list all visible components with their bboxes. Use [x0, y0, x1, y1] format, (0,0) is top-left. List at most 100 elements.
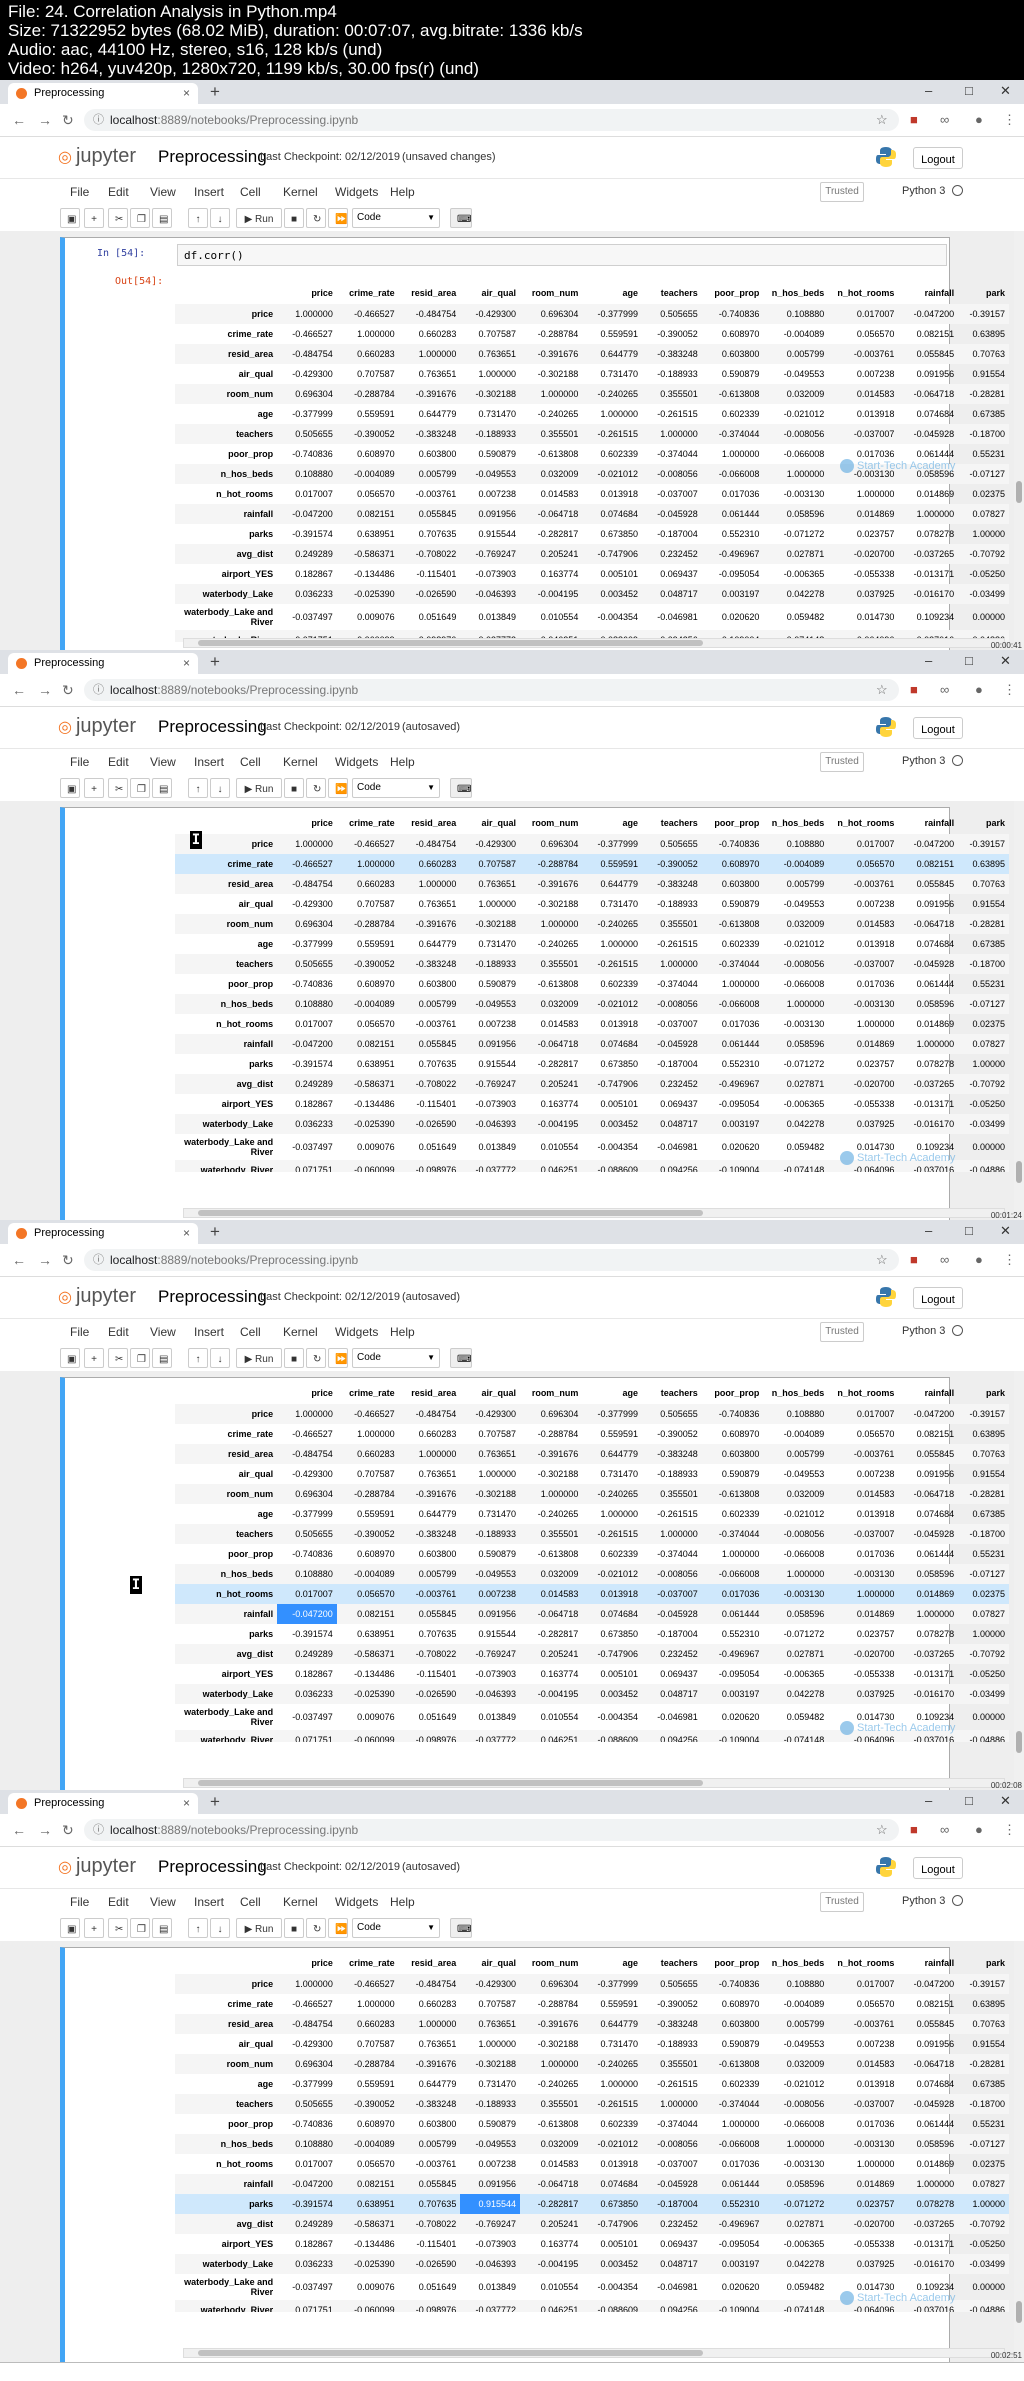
table-cell[interactable]: -0.70792: [958, 1644, 1009, 1664]
table-row[interactable]: teachers 0.505655 -0.390052 -0.383248 -0.188…: [175, 954, 1009, 974]
column-header[interactable]: air_qual: [460, 1382, 520, 1404]
table-cell[interactable]: 0.059482: [763, 1134, 828, 1160]
table-cell[interactable]: -0.021012: [582, 464, 642, 484]
table-cell[interactable]: -0.074148: [763, 2300, 828, 2312]
table-cell[interactable]: -0.003130: [828, 1564, 898, 1584]
table-cell[interactable]: -0.383248: [399, 1524, 461, 1544]
table-row[interactable]: poor_prop -0.740836 0.608970 0.603800 0.5908…: [175, 1544, 1009, 1564]
table-cell[interactable]: -0.188933: [460, 2094, 520, 2114]
notebook-name[interactable]: Preprocessing: [158, 147, 267, 167]
table-cell[interactable]: 0.055845: [898, 2014, 958, 2034]
table-cell[interactable]: 1.000000: [828, 1014, 898, 1034]
table-cell[interactable]: 0.056570: [337, 1584, 399, 1604]
copy-icon[interactable]: ❐: [130, 1348, 150, 1368]
table-cell[interactable]: -0.016170: [898, 584, 958, 604]
vertical-scrollbar[interactable]: [1014, 801, 1024, 1222]
keyboard-shortcuts-icon[interactable]: ⌨: [450, 1348, 472, 1368]
table-cell[interactable]: -0.390052: [337, 954, 399, 974]
url-input[interactable]: ⓘ localhost:8889/notebooks/Preprocessing.…: [84, 109, 899, 131]
maximize-icon[interactable]: □: [965, 1793, 973, 1808]
cut-icon[interactable]: ✂: [108, 1348, 128, 1368]
table-cell[interactable]: 0.644779: [399, 2074, 461, 2094]
column-header[interactable]: [175, 282, 277, 304]
cut-icon[interactable]: ✂: [108, 1918, 128, 1938]
table-cell[interactable]: 0.696304: [277, 384, 337, 404]
table-cell[interactable]: 0.249289: [277, 544, 337, 564]
table-cell[interactable]: -0.769247: [460, 2214, 520, 2234]
table-row[interactable]: air_qual -0.429300 0.707587 0.763651 1.00000…: [175, 1464, 1009, 1484]
vertical-scrollbar[interactable]: [1014, 1371, 1024, 1792]
table-cell[interactable]: -0.066008: [702, 994, 764, 1014]
table-cell[interactable]: -0.004089: [337, 994, 399, 1014]
table-cell[interactable]: 0.02375: [958, 1584, 1009, 1604]
table-cell[interactable]: -0.037265: [898, 544, 958, 564]
fast-forward-icon[interactable]: ⏩: [328, 1348, 348, 1368]
table-cell[interactable]: 0.163774: [520, 2234, 582, 2254]
table-cell[interactable]: -0.004195: [520, 2254, 582, 2274]
table-row[interactable]: crime_rate -0.466527 1.000000 0.660283 0.707…: [175, 324, 1009, 344]
column-header[interactable]: price: [277, 812, 337, 834]
table-cell[interactable]: 0.108880: [763, 1974, 828, 1994]
menu-insert[interactable]: Insert: [194, 1325, 224, 1339]
table-cell[interactable]: 0.608970: [337, 974, 399, 994]
move-down-icon[interactable]: ↓: [210, 1918, 230, 1938]
table-cell[interactable]: -0.187004: [642, 524, 702, 544]
table-row[interactable]: waterbody_Lake 0.036233 -0.025390 -0.026590…: [175, 1114, 1009, 1134]
table-cell[interactable]: 1.000000: [399, 344, 461, 364]
table-cell[interactable]: 1.000000: [828, 1584, 898, 1604]
table-cell[interactable]: 0.023757: [828, 1054, 898, 1074]
table-cell[interactable]: 0.009076: [337, 604, 399, 630]
table-cell[interactable]: -0.282817: [520, 524, 582, 544]
table-cell[interactable]: 0.082151: [337, 504, 399, 524]
table-cell[interactable]: 0.603800: [399, 974, 461, 994]
new-tab-button[interactable]: +: [210, 82, 220, 102]
column-header[interactable]: air_qual: [460, 282, 520, 304]
save-icon[interactable]: ▣: [60, 1348, 80, 1368]
table-cell[interactable]: 0.608970: [337, 444, 399, 464]
table-cell[interactable]: 0.007238: [828, 364, 898, 384]
table-cell[interactable]: 0.731470: [582, 894, 642, 914]
table-cell[interactable]: -0.261515: [642, 2074, 702, 2094]
table-cell[interactable]: 0.731470: [582, 1464, 642, 1484]
table-cell[interactable]: 0.017007: [828, 304, 898, 324]
table-cell[interactable]: -0.109004: [702, 1730, 764, 1742]
table-row[interactable]: waterbody_Lake 0.036233 -0.025390 -0.026590…: [175, 2254, 1009, 2274]
table-cell[interactable]: -0.740836: [702, 1974, 764, 1994]
table-cell[interactable]: 1.000000: [520, 2054, 582, 2074]
table-cell[interactable]: -0.282817: [520, 2194, 582, 2214]
table-cell[interactable]: 0.017036: [702, 1584, 764, 1604]
table-cell[interactable]: -0.003761: [399, 484, 461, 504]
browser-menu-icon[interactable]: ⋮: [1003, 1252, 1016, 1268]
table-cell[interactable]: -0.740836: [702, 834, 764, 854]
column-header[interactable]: park: [958, 282, 1009, 304]
table-cell[interactable]: 0.696304: [520, 834, 582, 854]
scrollbar-thumb[interactable]: [198, 1780, 703, 1786]
table-row[interactable]: teachers 0.505655 -0.390052 -0.383248 -0.188…: [175, 1524, 1009, 1544]
horizontal-scrollbar[interactable]: [183, 638, 1005, 648]
table-cell[interactable]: 0.590879: [460, 444, 520, 464]
table-cell[interactable]: -0.377999: [277, 934, 337, 954]
table-cell[interactable]: -0.429300: [460, 1974, 520, 1994]
table-cell[interactable]: -0.004089: [337, 2134, 399, 2154]
table-cell[interactable]: 0.078278: [898, 1624, 958, 1644]
table-cell[interactable]: 0.094256: [642, 1730, 702, 1742]
browser-menu-icon[interactable]: ⋮: [1003, 112, 1016, 128]
menu-kernel[interactable]: Kernel: [283, 755, 318, 769]
table-cell[interactable]: 0.638951: [337, 524, 399, 544]
table-cell[interactable]: -0.003130: [763, 1014, 828, 1034]
table-cell[interactable]: -0.064718: [898, 2054, 958, 2074]
table-row[interactable]: price 1.000000 -0.466527 -0.484754 -0.429300…: [175, 1974, 1009, 1994]
table-cell[interactable]: 0.074684: [898, 1504, 958, 1524]
menu-widgets[interactable]: Widgets: [335, 755, 378, 769]
keyboard-shortcuts-icon[interactable]: ⌨: [450, 1918, 472, 1938]
table-cell[interactable]: -0.391676: [520, 874, 582, 894]
table-cell[interactable]: -0.046981: [642, 2274, 702, 2300]
table-cell[interactable]: -0.18700: [958, 954, 1009, 974]
kernel-name[interactable]: Python 3: [902, 185, 945, 197]
table-cell[interactable]: 0.023757: [828, 1624, 898, 1644]
table-cell[interactable]: 0.707635: [399, 1054, 461, 1074]
window-close-icon[interactable]: ✕: [1000, 1223, 1011, 1239]
table-cell[interactable]: 0.55231: [958, 2114, 1009, 2134]
menu-edit[interactable]: Edit: [108, 1895, 129, 1909]
column-header[interactable]: [175, 1952, 277, 1974]
